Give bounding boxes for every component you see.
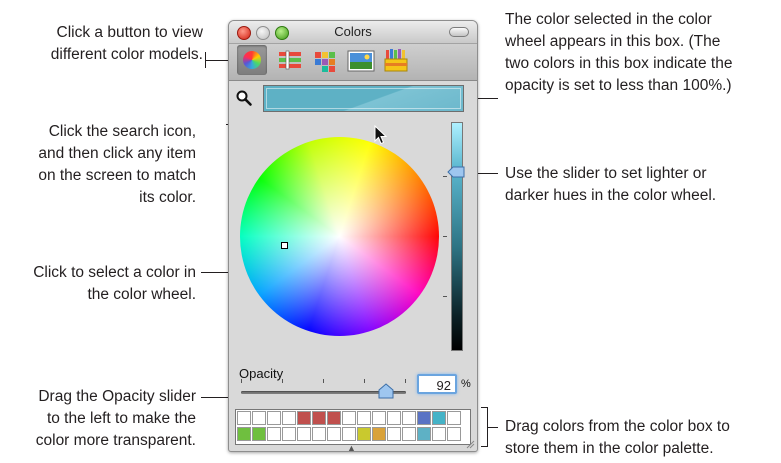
callout-search-icon: Click the search icon, and then click any…: [38, 123, 196, 206]
swatch-inner-border: [266, 88, 461, 109]
brightness-tick: [443, 296, 447, 297]
palette-swatch[interactable]: [432, 427, 446, 441]
palette-drag-handle[interactable]: ▲: [347, 443, 356, 451]
color-palette[interactable]: [235, 409, 471, 445]
brightness-tick: [443, 236, 447, 237]
crayons-mode-button[interactable]: [383, 48, 409, 74]
crayon-box-icon: [384, 49, 408, 72]
opacity-tick: [364, 379, 365, 383]
color-wheel-mode-button[interactable]: [237, 45, 267, 75]
opacity-tick: [323, 379, 324, 383]
callout-swatch: The color selected in the color wheel app…: [505, 11, 733, 94]
color-palettes-icon: [315, 52, 335, 72]
palette-swatch[interactable]: [312, 411, 326, 425]
leader-palette-tick: [487, 407, 488, 447]
opacity-label: Opacity: [239, 366, 284, 381]
color-sliders-mode-button[interactable]: [277, 48, 303, 74]
palette-swatch[interactable]: [342, 427, 356, 441]
selected-color-swatch[interactable]: [263, 85, 464, 112]
palette-swatch[interactable]: [372, 427, 386, 441]
palette-swatch[interactable]: [417, 411, 431, 425]
palette-swatch[interactable]: [387, 411, 401, 425]
palette-swatch[interactable]: [312, 427, 326, 441]
callout-opacity: Drag the Opacity slider to the left to ma…: [35, 388, 196, 449]
brightness-slider-track[interactable]: [451, 122, 463, 351]
callout-color-models: Click a button to view different color mo…: [50, 24, 203, 63]
palette-swatch[interactable]: [252, 427, 266, 441]
toolbar-toggle-button[interactable]: [449, 27, 469, 37]
magnifier-icon[interactable]: [235, 89, 253, 107]
palette-swatch[interactable]: [327, 427, 341, 441]
leader-palette-tick-bottom: [481, 446, 488, 447]
window-title: Colors: [334, 24, 372, 39]
image-palettes-mode-button[interactable]: [347, 48, 375, 74]
opacity-tick: [405, 379, 406, 383]
opacity-slider-knob[interactable]: [378, 383, 394, 399]
palette-swatch[interactable]: [237, 411, 251, 425]
color-sliders-icon: [279, 50, 301, 70]
palette-swatch[interactable]: [402, 411, 416, 425]
opacity-value-field[interactable]: 92: [417, 374, 457, 394]
palette-swatch[interactable]: [327, 411, 341, 425]
palette-swatch[interactable]: [387, 427, 401, 441]
palette-swatch[interactable]: [447, 411, 461, 425]
color-wheel-icon: [243, 51, 261, 69]
palette-swatch[interactable]: [267, 427, 281, 441]
palette-swatch[interactable]: [447, 427, 461, 441]
palette-swatch[interactable]: [297, 411, 311, 425]
callout-brightness-slider: Use the slider to set lighter or darker h…: [505, 165, 717, 204]
title-bar[interactable]: Colors: [229, 21, 477, 44]
palette-swatch[interactable]: [357, 411, 371, 425]
leader-palette: [487, 427, 498, 428]
image-palette-icon: [347, 50, 375, 72]
color-wheel[interactable]: [240, 137, 439, 336]
palette-swatch[interactable]: [417, 427, 431, 441]
palette-swatch[interactable]: [402, 427, 416, 441]
callout-palette: Drag colors from the color box to store t…: [505, 418, 730, 457]
resize-grip-icon[interactable]: [465, 439, 475, 449]
palette-swatch[interactable]: [282, 427, 296, 441]
opacity-tick: [241, 379, 242, 383]
color-wheel-selection-marker: [281, 242, 288, 249]
palette-swatch[interactable]: [237, 427, 251, 441]
callout-color-wheel: Click to select a color in the color whee…: [33, 264, 196, 303]
palette-swatch[interactable]: [297, 427, 311, 441]
palette-swatch[interactable]: [357, 427, 371, 441]
opacity-percent-label: %: [461, 378, 471, 390]
palette-swatch[interactable]: [267, 411, 281, 425]
brightness-slider-knob[interactable]: [447, 166, 465, 178]
leader-palette-tick-top: [481, 407, 488, 408]
palette-swatch[interactable]: [372, 411, 386, 425]
leader-color-models-tick: [205, 52, 206, 68]
color-model-toolbar: [229, 44, 477, 81]
colors-window: Colors Opacity 92 % ▲: [228, 20, 478, 452]
palette-swatch[interactable]: [342, 411, 356, 425]
opacity-tick: [282, 379, 283, 383]
color-palettes-mode-button[interactable]: [313, 48, 339, 74]
mouse-pointer-icon: [374, 125, 388, 145]
palette-swatch[interactable]: [252, 411, 266, 425]
palette-swatch[interactable]: [432, 411, 446, 425]
palette-swatch[interactable]: [282, 411, 296, 425]
